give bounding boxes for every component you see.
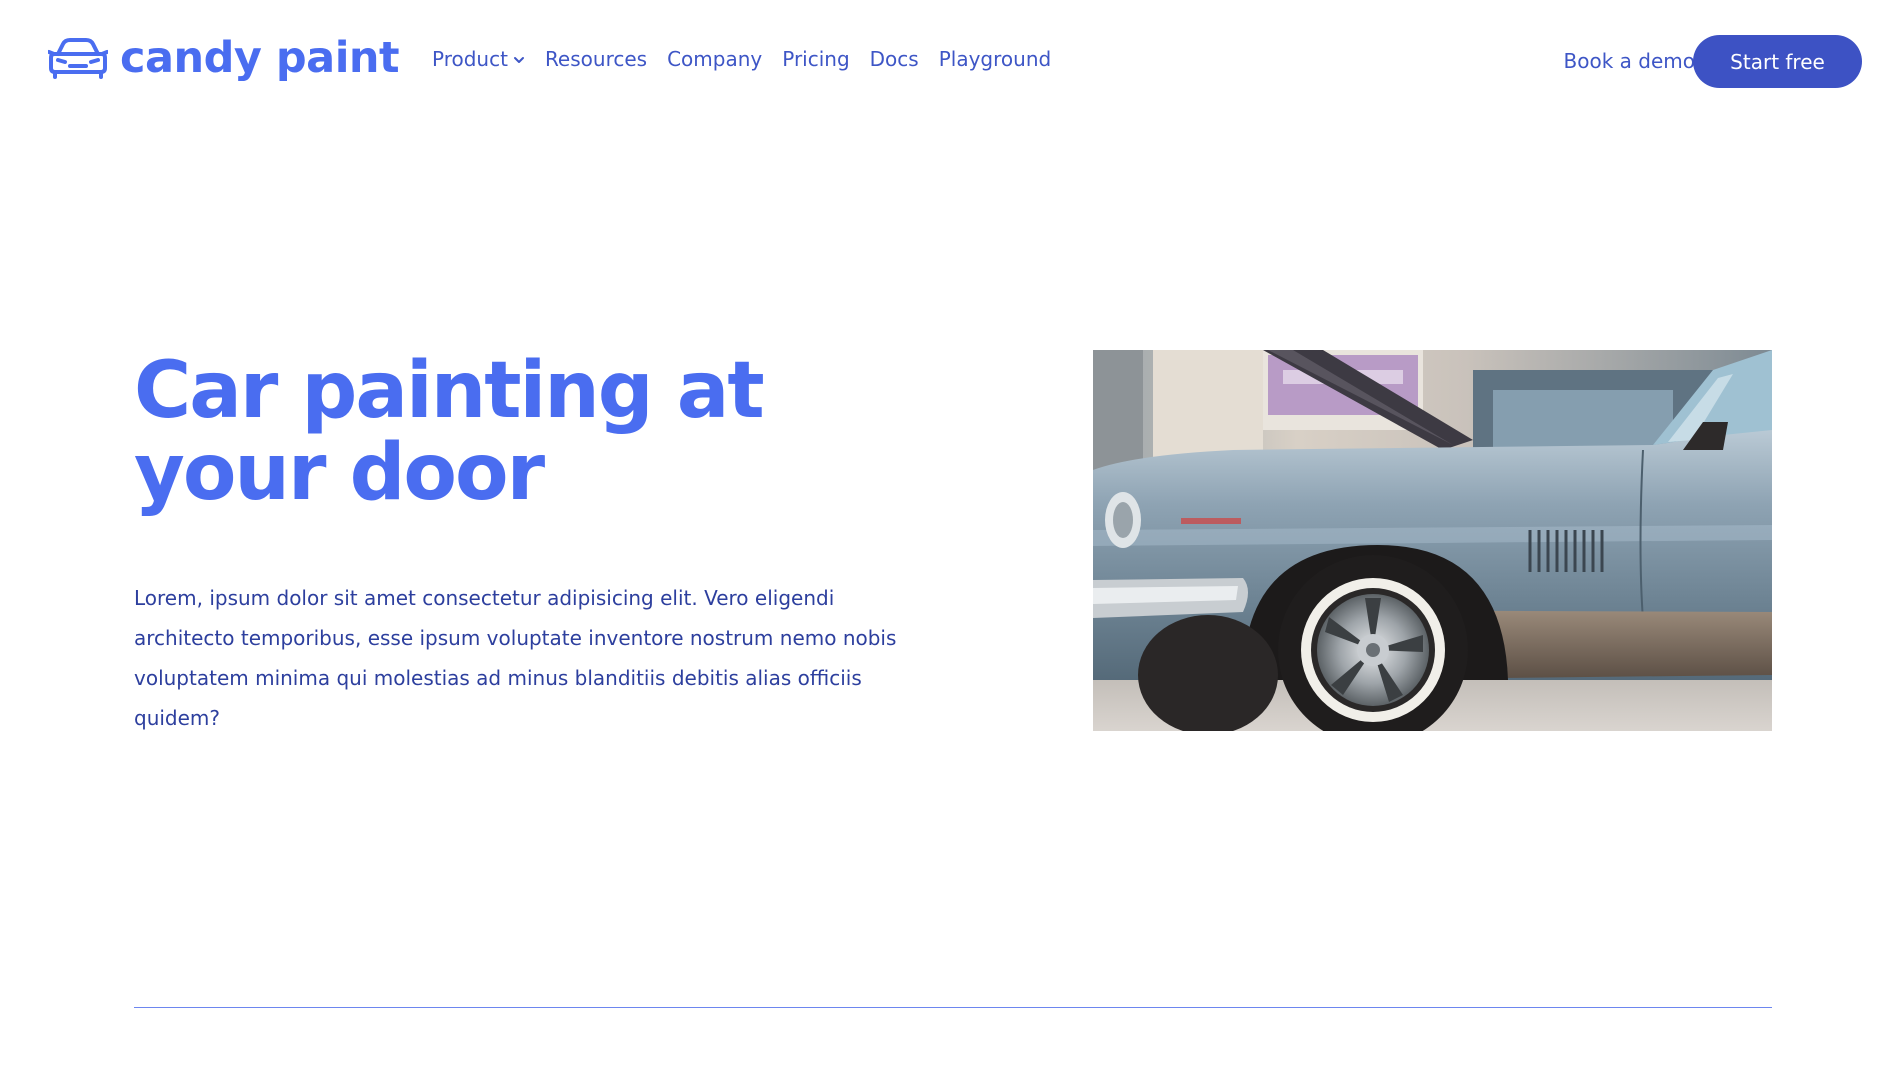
brand-name: candy paint: [120, 32, 400, 83]
landing-page: candy paint Product Resources Company Pr…: [0, 0, 1895, 1078]
nav-item-label: Resources: [544, 47, 648, 71]
nav-item-pricing[interactable]: Pricing: [782, 47, 849, 71]
nav-item-product[interactable]: Product: [432, 47, 525, 71]
hero-title: Car painting at your door: [134, 346, 765, 518]
start-free-button[interactable]: Start free: [1693, 35, 1862, 88]
hero-description: Lorem, ipsum dolor sit amet consectetur …: [134, 586, 897, 730]
brand-logo[interactable]: candy paint: [48, 32, 400, 83]
nav-item-label: Product: [432, 47, 508, 71]
section-divider: [134, 1007, 1772, 1008]
book-demo-link[interactable]: Book a demo: [1564, 49, 1695, 73]
nav-item-label: Pricing: [782, 47, 850, 71]
chevron-down-icon: [513, 57, 524, 63]
main-nav: Product Resources Company Pricing Docs P…: [432, 47, 1071, 71]
nav-item-label: Playground: [938, 47, 1052, 71]
nav-item-label: Company: [667, 47, 763, 71]
nav-item-resources[interactable]: Resources: [545, 47, 647, 71]
hero-car-image: [1093, 350, 1772, 731]
car-front-icon: [48, 38, 108, 79]
nav-item-company[interactable]: Company: [667, 47, 762, 71]
nav-item-label: Docs: [869, 47, 919, 71]
site-header: candy paint Product Resources Company Pr…: [0, 0, 1895, 125]
nav-item-playground[interactable]: Playground: [939, 47, 1051, 71]
nav-item-docs[interactable]: Docs: [870, 47, 919, 71]
